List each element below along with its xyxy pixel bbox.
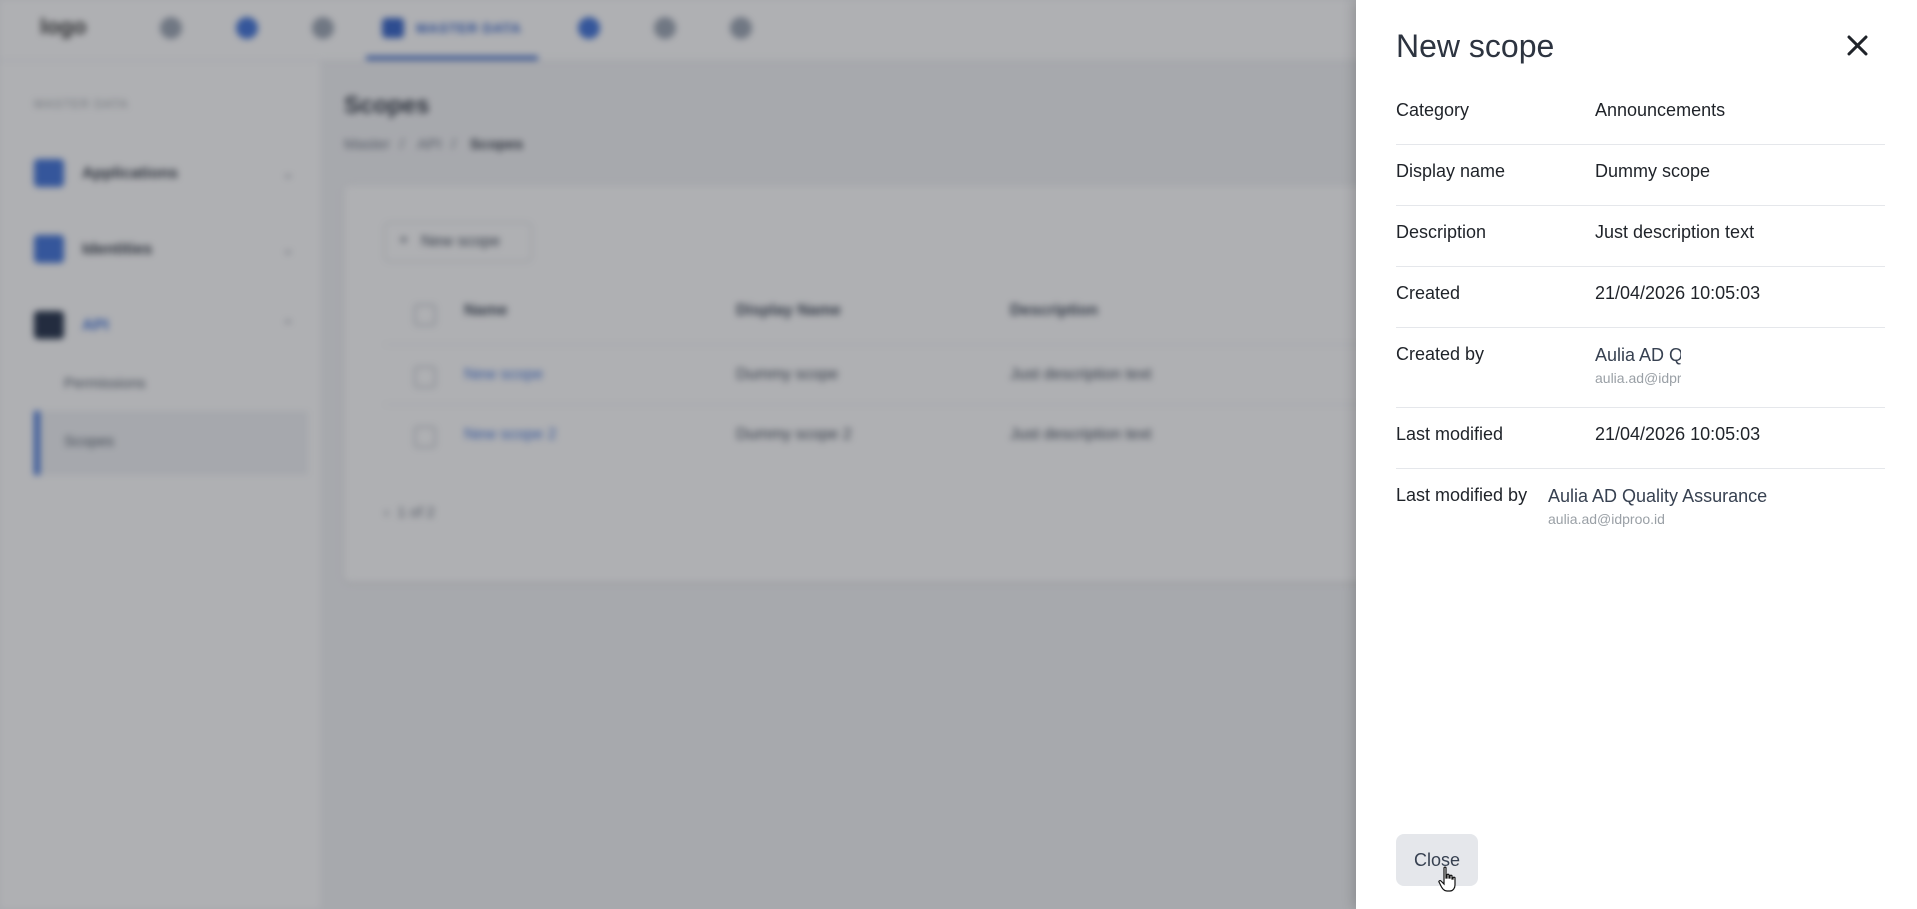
user-info: Aulia AD Quality Assurance aulia.ad@idpr… [1548, 485, 1767, 529]
field-label: Category [1396, 100, 1470, 120]
field-label: Last modified by [1396, 485, 1528, 505]
field-label: Description [1396, 222, 1487, 242]
field-created: Created 21/04/2026 10:05:03 [1396, 283, 1885, 328]
field-created-by: Created by Aulia AD Quality Assurance au… [1396, 344, 1885, 408]
user-name: Aulia AD Quality Assurance [1548, 486, 1768, 506]
user-info: Aulia AD Quality Assurance aulia.ad@idpr… [1595, 344, 1681, 388]
field-category: Category Announcements [1396, 100, 1885, 145]
field-value: 21/04/2026 10:05:03 [1595, 283, 1761, 303]
user-email: aulia.ad@idproo.id [1595, 370, 1681, 386]
user-email: aulia.ad@idproo.id [1548, 511, 1665, 527]
close-button[interactable]: Close [1396, 834, 1478, 886]
field-label: Created by [1396, 344, 1485, 364]
drawer-title: New scope [1396, 28, 1555, 64]
hand-cursor-icon [1438, 866, 1456, 892]
field-last-modified: Last modified 21/04/2026 10:05:03 [1396, 424, 1885, 469]
field-last-modified-by: Last modified by Aulia AD Quality Assura… [1396, 485, 1885, 548]
field-label: Created [1396, 283, 1461, 303]
field-label: Last modified [1396, 424, 1504, 444]
field-value: 21/04/2026 10:05:03 [1595, 424, 1761, 444]
field-label: Display name [1396, 161, 1506, 181]
field-value: Announcements [1595, 100, 1726, 120]
field-value: Just description text [1595, 222, 1755, 242]
field-value: Dummy scope [1595, 161, 1711, 181]
user-name: Aulia AD Quality Assurance [1595, 345, 1681, 365]
scope-details-drawer: New scope Category Announcements Display… [1356, 0, 1917, 909]
field-display-name: Display name Dummy scope [1396, 161, 1885, 206]
field-description: Description Just description text [1396, 222, 1885, 267]
close-icon[interactable] [1842, 30, 1872, 60]
